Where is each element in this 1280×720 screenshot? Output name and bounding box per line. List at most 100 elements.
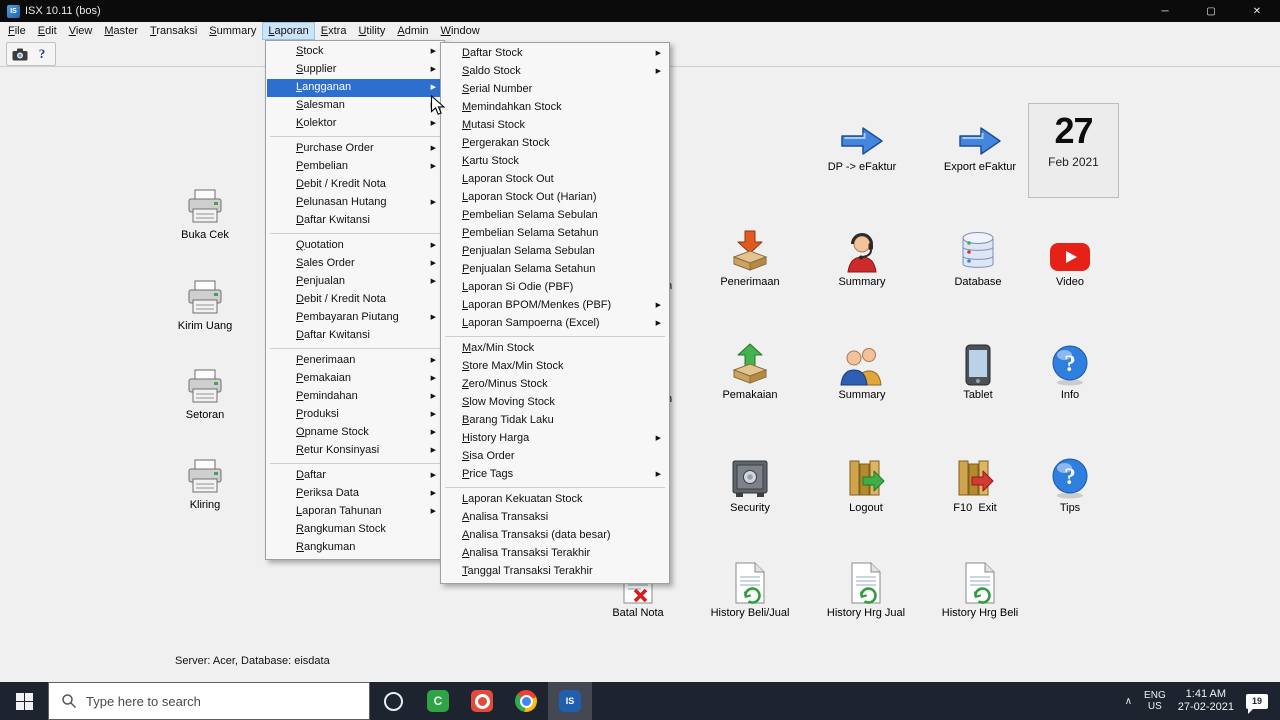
menu-item-laporan-bpom-menkes-pbf[interactable]: Laporan BPOM/Menkes (PBF) ▶ [442,297,668,315]
desktop-icon-history-hrg-jual[interactable]: History Hrg Jual [811,558,921,619]
desktop-icon-summary[interactable]: Summary [807,340,917,401]
menubar-item-summary[interactable]: Summary [203,22,262,40]
taskbar-app-red-recorder-icon[interactable] [460,682,504,720]
menu-item-laporan-kekuatan-stock[interactable]: Laporan Kekuatan Stock [442,491,668,509]
desktop-icon-kirim-uang[interactable]: Kirim Uang [150,271,260,332]
menu-item-zero-minus-stock[interactable]: Zero/Minus Stock [442,376,668,394]
menu-item-store-max-min-stock[interactable]: Store Max/Min Stock [442,358,668,376]
menu-item-slow-moving-stock[interactable]: Slow Moving Stock [442,394,668,412]
menu-item-analisa-transaksi[interactable]: Analisa Transaksi [442,509,668,527]
menu-item-daftar[interactable]: Daftar ▶ [267,467,443,485]
menu-item-produksi[interactable]: Produksi ▶ [267,406,443,424]
menu-item-langganan[interactable]: Langganan ▶ [267,79,443,97]
taskbar-app-green-app-icon[interactable]: C [416,682,460,720]
menu-item-pembelian[interactable]: Pembelian ▶ [267,158,443,176]
menu-item-stock[interactable]: Stock ▶ [267,43,443,61]
menu-item-rangkuman[interactable]: Rangkuman [267,539,443,557]
desktop-icon-f10-exit[interactable]: F10 Exit [920,453,1030,514]
menu-item-pembelian-selama-setahun[interactable]: Pembelian Selama Setahun [442,225,668,243]
desktop-icon-pemakaian[interactable]: Pemakaian [695,340,805,401]
menu-item-daftar-kwitansi[interactable]: Daftar Kwitansi [267,212,443,230]
desktop-icon-history-hrg-beli[interactable]: History Hrg Beli [925,558,1035,619]
menu-item-barang-tidak-laku[interactable]: Barang Tidak Laku [442,412,668,430]
tray-chevron-icon[interactable]: ∧ [1125,696,1132,707]
menubar-item-master[interactable]: Master [98,22,144,40]
close-button[interactable]: ✕ [1234,0,1280,22]
menu-item-laporan-sampoerna-excel[interactable]: Laporan Sampoerna (Excel) ▶ [442,315,668,333]
menu-item-daftar-stock[interactable]: Daftar Stock ▶ [442,45,668,63]
menu-item-pembelian-selama-sebulan[interactable]: Pembelian Selama Sebulan [442,207,668,225]
menu-item-retur-konsinyasi[interactable]: Retur Konsinyasi ▶ [267,442,443,460]
toolbar-camera-button[interactable] [10,45,30,63]
menu-item-pemindahan[interactable]: Pemindahan ▶ [267,388,443,406]
desktop-icon-penerimaan[interactable]: Penerimaan [695,227,805,288]
menu-item-pelunasan-hutang[interactable]: Pelunasan Hutang ▶ [267,194,443,212]
menu-item-price-tags[interactable]: Price Tags ▶ [442,466,668,484]
desktop-icon-security[interactable]: Security [695,453,805,514]
menu-item-penerimaan[interactable]: Penerimaan ▶ [267,352,443,370]
desktop-icon-video[interactable]: Video [1015,227,1125,288]
menu-item-purchase-order[interactable]: Purchase Order ▶ [267,140,443,158]
menu-item-periksa-data[interactable]: Periksa Data ▶ [267,485,443,503]
menu-item-pembayaran-piutang[interactable]: Pembayaran Piutang ▶ [267,309,443,327]
desktop-icon-info[interactable]: ? Info [1015,340,1125,401]
start-button[interactable] [0,682,48,720]
menu-item-mutasi-stock[interactable]: Mutasi Stock [442,117,668,135]
menu-item-sales-order[interactable]: Sales Order ▶ [267,255,443,273]
menu-item-kartu-stock[interactable]: Kartu Stock [442,153,668,171]
menubar-item-file[interactable]: File [2,22,32,40]
menu-item-laporan-stock-out-harian[interactable]: Laporan Stock Out (Harian) [442,189,668,207]
taskbar-app-isx-app-icon[interactable]: IS [548,682,592,720]
desktop-icon-kliring[interactable]: Kliring [150,450,260,511]
cortana-button[interactable] [370,682,416,720]
language-indicator[interactable]: ENG US [1144,690,1166,712]
menu-item-debit-kredit-nota[interactable]: Debit / Kredit Nota [267,291,443,309]
menu-item-opname-stock[interactable]: Opname Stock ▶ [267,424,443,442]
taskbar-search[interactable]: Type here to search [48,682,370,720]
menu-item-debit-kredit-nota[interactable]: Debit / Kredit Nota [267,176,443,194]
menubar-item-admin[interactable]: Admin [391,22,434,40]
menu-item-history-harga[interactable]: History Harga ▶ [442,430,668,448]
menu-item-laporan-si-odie-pbf[interactable]: Laporan Si Odie (PBF) [442,279,668,297]
menu-item-supplier[interactable]: Supplier ▶ [267,61,443,79]
taskbar-app-chrome-icon[interactable] [504,682,548,720]
menu-item-sisa-order[interactable]: Sisa Order [442,448,668,466]
menu-item-laporan-tahunan[interactable]: Laporan Tahunan ▶ [267,503,443,521]
menu-item-rangkuman-stock[interactable]: Rangkuman Stock [267,521,443,539]
menu-item-pergerakan-stock[interactable]: Pergerakan Stock [442,135,668,153]
menu-item-analisa-transaksi-terakhir[interactable]: Analisa Transaksi Terakhir [442,545,668,563]
menubar-item-transaksi[interactable]: Transaksi [144,22,203,40]
menu-item-penjualan[interactable]: Penjualan ▶ [267,273,443,291]
menu-item-max-min-stock[interactable]: Max/Min Stock [442,340,668,358]
menu-item-memindahkan-stock[interactable]: Memindahkan Stock [442,99,668,117]
menu-item-tanggal-transaksi-terakhir[interactable]: Tanggal Transaksi Terakhir [442,563,668,581]
menu-item-kolektor[interactable]: Kolektor ▶ [267,115,443,133]
menu-item-salesman[interactable]: Salesman▶ [267,97,443,115]
desktop-icon-history-beli-jual[interactable]: History Beli/Jual [695,558,805,619]
desktop-icon-setoran[interactable]: Setoran [150,360,260,421]
desktop-icon-tips[interactable]: ? Tips [1015,453,1125,514]
menu-item-penjualan-selama-setahun[interactable]: Penjualan Selama Setahun [442,261,668,279]
maximize-button[interactable]: ▢ [1188,0,1234,22]
desktop-icon-dp-efaktur[interactable]: DP -> eFaktur [807,112,917,173]
menubar-item-laporan[interactable]: Laporan [262,22,315,40]
menu-item-analisa-transaksi-data-besar[interactable]: Analisa Transaksi (data besar) [442,527,668,545]
desktop-icon-export-efaktur[interactable]: Export eFaktur [925,112,1035,173]
menu-item-laporan-stock-out[interactable]: Laporan Stock Out [442,171,668,189]
menubar-item-window[interactable]: Window [435,22,486,40]
menubar-item-edit[interactable]: Edit [32,22,63,40]
calendar-widget[interactable]: 27 Feb 2021 [1028,103,1119,198]
notification-button[interactable]: 19 [1246,693,1268,714]
menu-item-quotation[interactable]: Quotation ▶ [267,237,443,255]
desktop-icon-logout[interactable]: Logout [811,453,921,514]
desktop-icon-summary[interactable]: Summary [807,227,917,288]
menu-item-serial-number[interactable]: Serial Number [442,81,668,99]
menu-item-pemakaian[interactable]: Pemakaian ▶ [267,370,443,388]
toolbar-help-button[interactable]: ? [32,45,52,63]
menubar-item-utility[interactable]: Utility [352,22,391,40]
menubar-item-view[interactable]: View [63,22,99,40]
menubar-item-extra[interactable]: Extra [315,22,353,40]
menu-item-penjualan-selama-sebulan[interactable]: Penjualan Selama Sebulan [442,243,668,261]
minimize-button[interactable]: ─ [1142,0,1188,22]
taskbar-clock[interactable]: 1:41 AM 27-02-2021 [1178,688,1234,714]
